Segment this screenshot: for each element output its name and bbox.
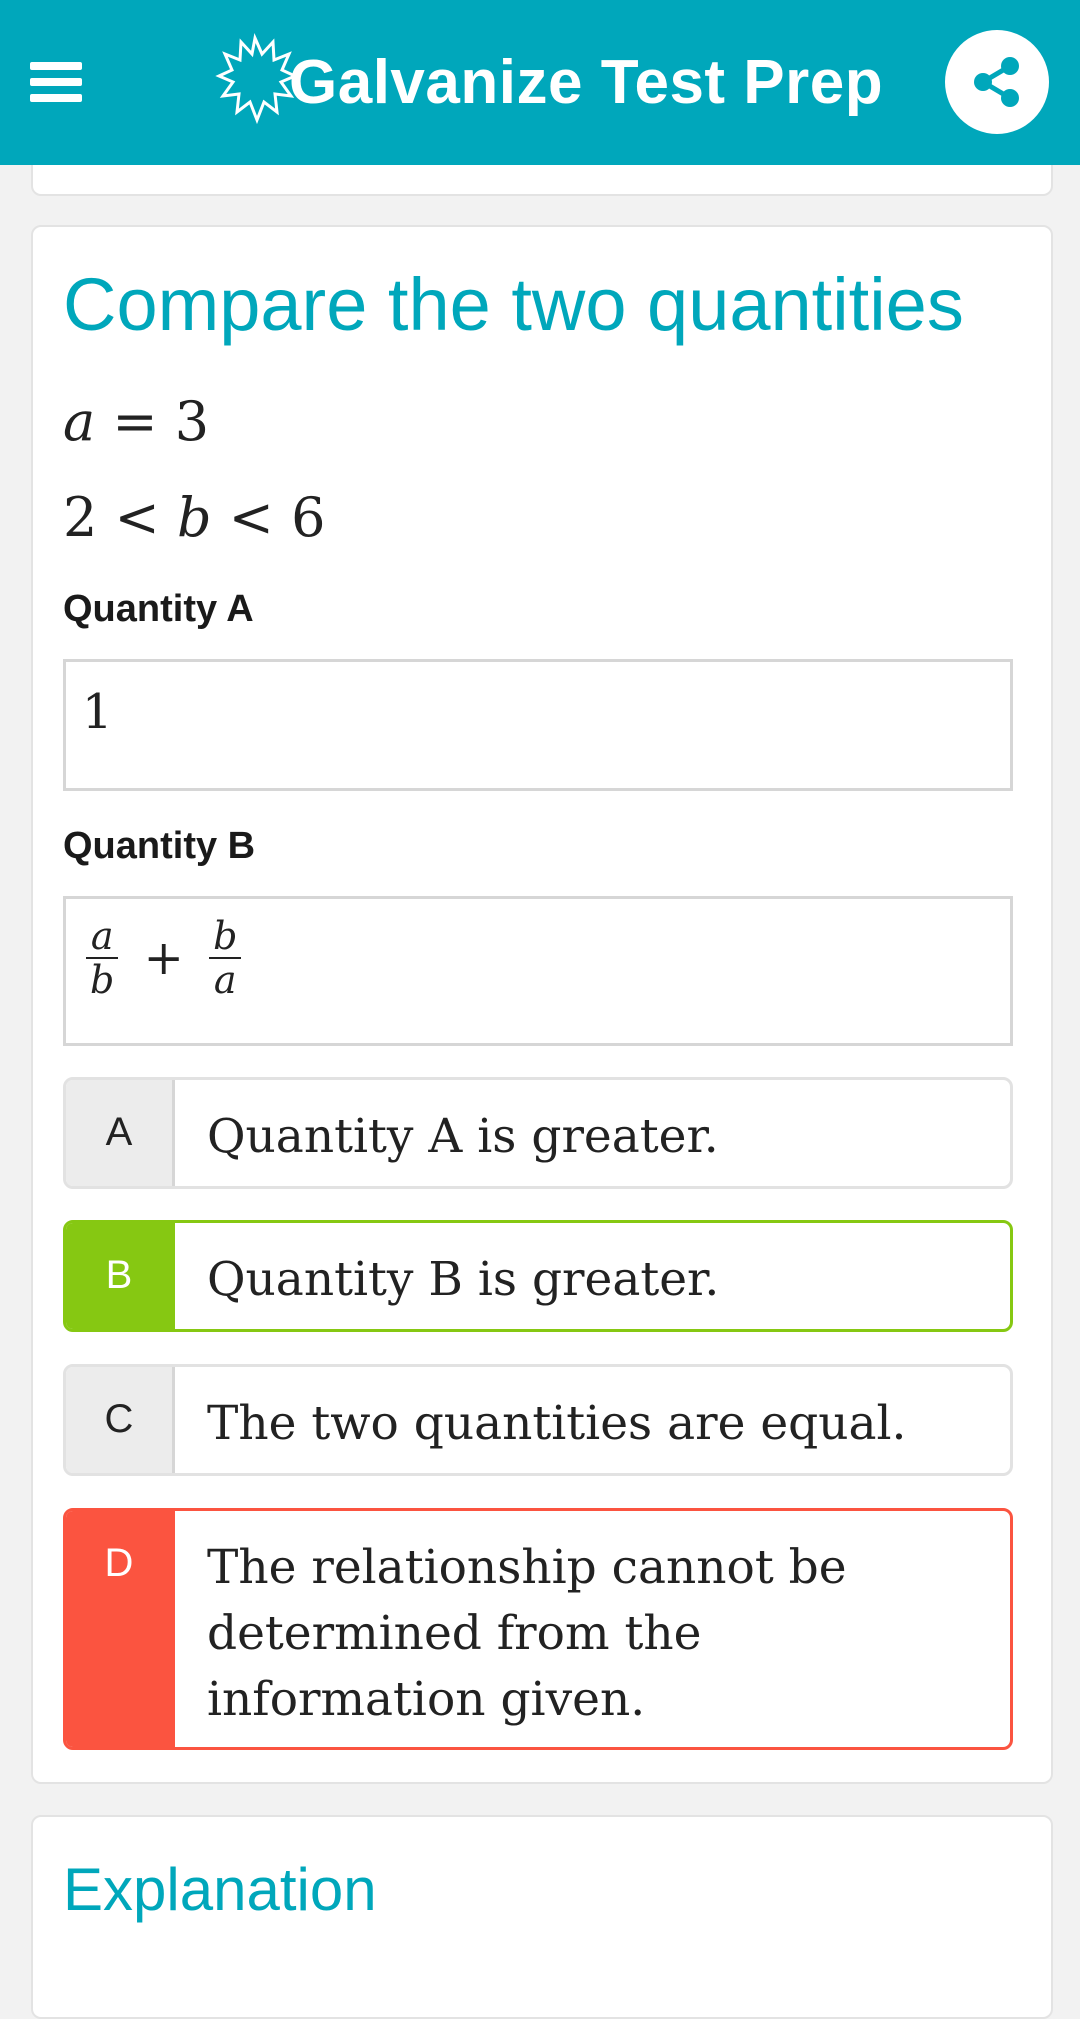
option-letter: C	[66, 1367, 175, 1473]
answer-option-b[interactable]: B Quantity B is greater.	[63, 1220, 1013, 1332]
share-button[interactable]	[945, 30, 1049, 134]
quantity-a-label: Quantity A	[63, 588, 254, 630]
quantity-a-value: 1	[82, 684, 113, 740]
answer-option-c[interactable]: C The two quantities are equal.	[63, 1364, 1013, 1476]
option-letter: B	[66, 1223, 175, 1329]
starburst-logo-icon	[215, 32, 299, 132]
quantity-b-box: ab + ba	[63, 896, 1013, 1046]
quantity-b-label: Quantity B	[63, 825, 256, 867]
quantity-a-box: 1	[63, 659, 1013, 791]
given-a: a = 3	[63, 390, 210, 453]
option-letter: D	[66, 1511, 175, 1747]
brand-name: Galvanize Test Prep	[289, 47, 884, 117]
given-b: 2 < b < 6	[63, 486, 326, 549]
option-letter: A	[66, 1080, 175, 1186]
option-text: The relationship cannot be determined fr…	[207, 1540, 847, 1727]
option-text: Quantity B is greater.	[207, 1252, 720, 1307]
answer-option-a[interactable]: A Quantity A is greater.	[63, 1077, 1013, 1189]
hamburger-menu-icon[interactable]	[30, 60, 86, 104]
option-text: The two quantities are equal.	[207, 1396, 907, 1451]
explanation-title: Explanation	[63, 1856, 377, 1923]
answer-option-d[interactable]: D The relationship cannot be determined …	[63, 1508, 1013, 1750]
option-text: Quantity A is greater.	[207, 1109, 719, 1164]
brand-logo[interactable]: Galvanize Test Prep	[215, 22, 883, 142]
share-icon	[974, 57, 1019, 107]
quantity-b-expression: ab + ba	[86, 915, 242, 1001]
app-header: Galvanize Test Prep	[0, 0, 1080, 165]
question-title: Compare the two quantities	[63, 263, 964, 346]
